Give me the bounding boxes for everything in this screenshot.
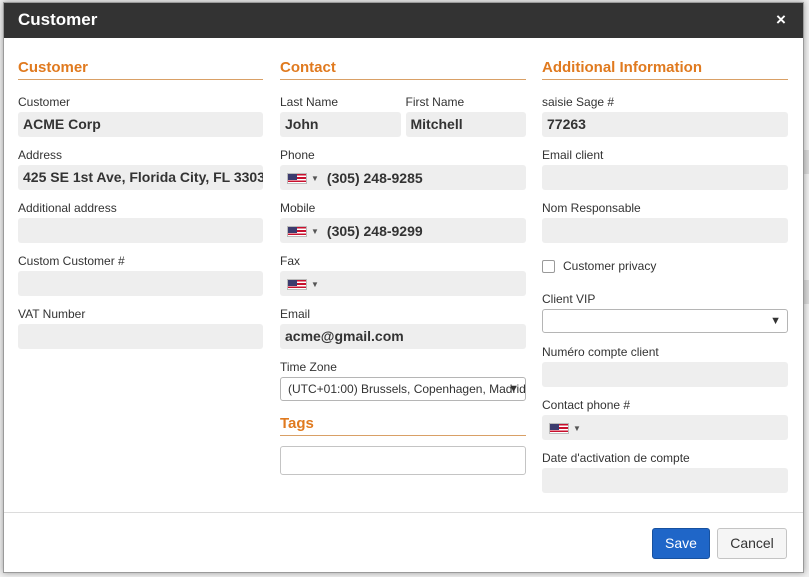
additional-address-label: Additional address xyxy=(18,201,117,215)
last-name-label: Last Name xyxy=(280,95,339,109)
section-title-contact: Contact xyxy=(280,38,526,80)
mobile-value: (305) 248-9299 xyxy=(326,222,423,239)
vat-number-label: VAT Number xyxy=(18,307,86,321)
customer-privacy-label[interactable]: Customer privacy xyxy=(563,259,656,273)
numero-compte-client-field-group: Numéro compte client xyxy=(542,344,788,387)
close-icon[interactable]: × xyxy=(773,11,789,29)
saisie-sage-input[interactable]: 77263 xyxy=(542,112,788,137)
last-name-input[interactable]: John xyxy=(280,112,401,137)
nom-responsable-input[interactable] xyxy=(542,218,788,243)
dialog-footer: Save Cancel xyxy=(4,512,803,572)
vat-number-input[interactable] xyxy=(18,324,263,349)
fax-input[interactable]: ▼ xyxy=(280,271,526,296)
last-name-field-group: Last Name John xyxy=(280,94,401,137)
customer-field-group: Customer ACME Corp xyxy=(18,94,263,137)
custom-customer-no-input[interactable] xyxy=(18,271,263,296)
first-name-field-group: First Name Mitchell xyxy=(405,94,526,137)
customer-privacy-checkbox[interactable] xyxy=(542,259,555,273)
vat-number-field-group: VAT Number xyxy=(18,306,263,349)
section-title-additional-info: Additional Information xyxy=(542,38,788,80)
email-client-label: Email client xyxy=(542,148,604,162)
dialog-body: Customer Customer ACME Corp Address 425 … xyxy=(4,38,803,514)
first-name-input[interactable]: Mitchell xyxy=(405,112,526,137)
phone-field-group: Phone ▼ (305) 248-9285 xyxy=(280,147,526,190)
us-flag-icon[interactable] xyxy=(287,278,307,290)
fax-label: Fax xyxy=(280,254,301,268)
time-zone-value: (UTC+01:00) Brussels, Copenhagen, Madrid… xyxy=(288,382,526,396)
numero-compte-client-input[interactable] xyxy=(542,362,788,387)
mobile-label: Mobile xyxy=(280,201,316,215)
time-zone-field-group: Time Zone (UTC+01:00) Brussels, Copenhag… xyxy=(280,359,526,401)
email-input[interactable]: acme@gmail.com xyxy=(280,324,526,349)
contact-phone-label: Contact phone # xyxy=(542,398,631,412)
customer-input[interactable]: ACME Corp xyxy=(18,112,263,137)
name-field-row: Last Name John First Name Mitchell xyxy=(280,94,526,137)
email-field-group: Email acme@gmail.com xyxy=(280,306,526,349)
caret-down-icon[interactable]: ▼ xyxy=(311,219,319,243)
us-flag-icon[interactable] xyxy=(287,225,307,237)
section-title-customer: Customer xyxy=(18,38,263,80)
date-activation-field-group: Date d'activation de compte xyxy=(542,450,788,493)
phone-label: Phone xyxy=(280,148,315,162)
mobile-field-group: Mobile ▼ (305) 248-9299 xyxy=(280,200,526,243)
email-client-input[interactable] xyxy=(542,165,788,190)
dialog-title: Customer xyxy=(18,10,98,29)
address-input[interactable]: 425 SE 1st Ave, Florida City, FL 33034 xyxy=(18,165,263,190)
caret-down-icon[interactable]: ▼ xyxy=(311,166,319,190)
customer-dialog: Customer × Customer Customer ACME Corp A… xyxy=(3,2,804,573)
save-button[interactable]: Save xyxy=(652,528,710,559)
customer-privacy-row: Customer privacy xyxy=(542,259,788,273)
nom-responsable-field-group: Nom Responsable xyxy=(542,200,788,243)
address-label: Address xyxy=(18,148,63,162)
custom-customer-no-field-group: Custom Customer # xyxy=(18,253,263,296)
numero-compte-client-label: Numéro compte client xyxy=(542,345,659,359)
custom-customer-no-label: Custom Customer # xyxy=(18,254,125,268)
additional-address-input[interactable] xyxy=(18,218,263,243)
nom-responsable-label: Nom Responsable xyxy=(542,201,641,215)
contact-phone-input[interactable]: ▼ xyxy=(542,415,788,440)
client-vip-select[interactable]: ▼ xyxy=(542,309,788,333)
caret-down-icon[interactable]: ▼ xyxy=(311,272,319,296)
saisie-sage-label: saisie Sage # xyxy=(542,95,615,109)
email-client-field-group: Email client xyxy=(542,147,788,190)
phone-input[interactable]: ▼ (305) 248-9285 xyxy=(280,165,526,190)
contact-phone-field-group: Contact phone # ▼ xyxy=(542,397,788,440)
time-zone-label: Time Zone xyxy=(280,360,337,374)
us-flag-icon[interactable] xyxy=(549,422,569,434)
saisie-sage-field-group: saisie Sage # 77263 xyxy=(542,94,788,137)
us-flag-icon[interactable] xyxy=(287,172,307,184)
fax-field-group: Fax ▼ xyxy=(280,253,526,296)
dropdown-arrow-icon[interactable]: ▼ xyxy=(770,310,781,332)
first-name-label: First Name xyxy=(405,95,465,109)
address-field-group: Address 425 SE 1st Ave, Florida City, FL… xyxy=(18,147,263,190)
date-activation-label: Date d'activation de compte xyxy=(542,451,690,465)
tags-input[interactable] xyxy=(280,446,526,475)
customer-label: Customer xyxy=(18,95,71,109)
caret-down-icon[interactable]: ▼ xyxy=(573,416,581,440)
client-vip-label: Client VIP xyxy=(542,292,596,306)
dialog-header: Customer × xyxy=(4,3,803,38)
section-title-tags: Tags xyxy=(280,396,526,436)
email-label: Email xyxy=(280,307,311,321)
phone-value: (305) 248-9285 xyxy=(326,169,423,186)
client-vip-field-group: Client VIP ▼ xyxy=(542,291,788,333)
tags-field-group xyxy=(280,446,526,475)
mobile-input[interactable]: ▼ (305) 248-9299 xyxy=(280,218,526,243)
cancel-button[interactable]: Cancel xyxy=(717,528,787,559)
date-activation-input[interactable] xyxy=(542,468,788,493)
additional-address-field-group: Additional address xyxy=(18,200,263,243)
